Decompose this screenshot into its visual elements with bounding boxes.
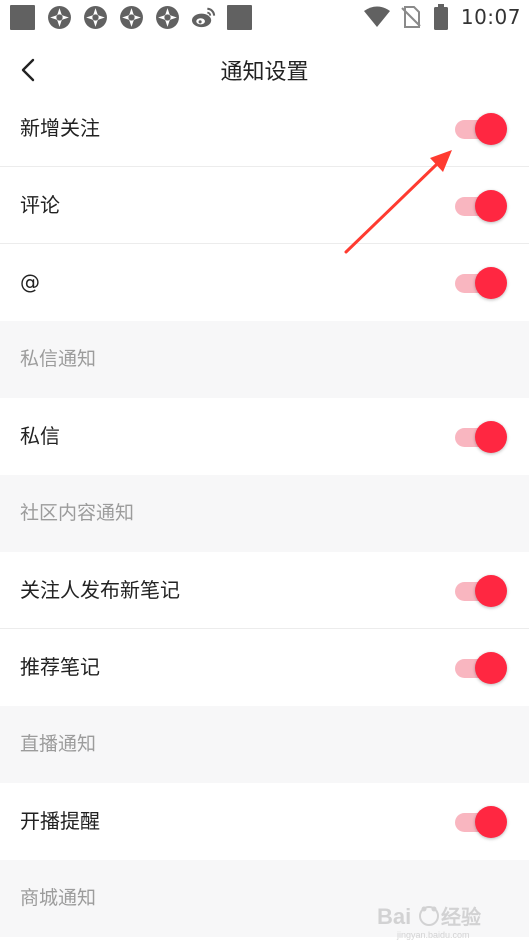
setting-row-new-follower: 新增关注 — [0, 90, 529, 167]
setting-row-recommended-note: 推荐笔记 — [0, 629, 529, 706]
toggle-thumb — [475, 113, 507, 145]
setting-row-comment: 评论 — [0, 167, 529, 244]
section-label: 社区内容通知 — [20, 502, 135, 524]
svg-text:经验: 经验 — [441, 905, 481, 929]
weibo-icon — [191, 7, 216, 27]
followee-new-note-toggle[interactable] — [455, 575, 507, 607]
page-title: 通知设置 — [220, 60, 309, 85]
aperture-app-icon — [120, 5, 143, 29]
status-bar: 10:07 — [0, 0, 529, 34]
svg-text:Bai: Bai — [377, 904, 411, 929]
notification-settings-list: 新增关注 评论 @ 私信通知 私信 社区内容通知 关注人发布新笔记 推荐笔记 直… — [0, 90, 529, 937]
toggle-thumb — [475, 267, 507, 299]
setting-row-mention: @ — [0, 244, 529, 321]
square-notification-icon — [10, 4, 35, 30]
section-label: 私信通知 — [20, 348, 97, 370]
toggle-thumb — [475, 806, 507, 838]
section-label: 直播通知 — [20, 733, 97, 755]
battery-icon — [433, 4, 448, 30]
comment-toggle[interactable] — [455, 190, 507, 222]
svg-text:jingyan.baidu.com: jingyan.baidu.com — [396, 930, 470, 940]
setting-label: 关注人发布新笔记 — [20, 578, 180, 602]
toggle-thumb — [475, 652, 507, 684]
section-header-live-stream: 直播通知 — [0, 706, 529, 783]
aperture-app-icon — [84, 5, 107, 29]
mention-toggle[interactable] — [455, 267, 507, 299]
setting-label: 推荐笔记 — [20, 655, 100, 679]
new-follower-toggle[interactable] — [455, 113, 507, 145]
status-bar-notifications — [10, 4, 264, 30]
recommended-note-toggle[interactable] — [455, 652, 507, 684]
setting-label: @ — [20, 270, 40, 294]
setting-row-followee-new-note: 关注人发布新笔记 — [0, 552, 529, 629]
baidu-jingyan-watermark-icon: Bai 经验 jingyan.baidu.com — [377, 900, 507, 942]
direct-message-toggle[interactable] — [455, 421, 507, 453]
setting-row-live-start-reminder: 开播提醒 — [0, 783, 529, 860]
setting-label: 开播提醒 — [20, 809, 100, 833]
setting-label: 新增关注 — [20, 116, 100, 140]
status-time: 10:07 — [460, 5, 521, 29]
aperture-app-icon — [48, 5, 71, 29]
live-start-reminder-toggle[interactable] — [455, 806, 507, 838]
setting-label: 评论 — [20, 193, 60, 217]
toggle-thumb — [475, 575, 507, 607]
aperture-app-icon — [156, 5, 179, 29]
toggle-thumb — [475, 421, 507, 453]
toggle-thumb — [475, 190, 507, 222]
section-header-direct-message: 私信通知 — [0, 321, 529, 398]
section-label: 商城通知 — [20, 887, 97, 909]
wifi-icon — [363, 6, 390, 27]
setting-label: 私信 — [20, 424, 60, 448]
status-bar-system: 10:07 — [363, 3, 521, 31]
no-sim-icon — [401, 6, 421, 28]
square-notification-icon — [227, 4, 252, 30]
section-header-community-content: 社区内容通知 — [0, 475, 529, 552]
setting-row-direct-message: 私信 — [0, 398, 529, 475]
